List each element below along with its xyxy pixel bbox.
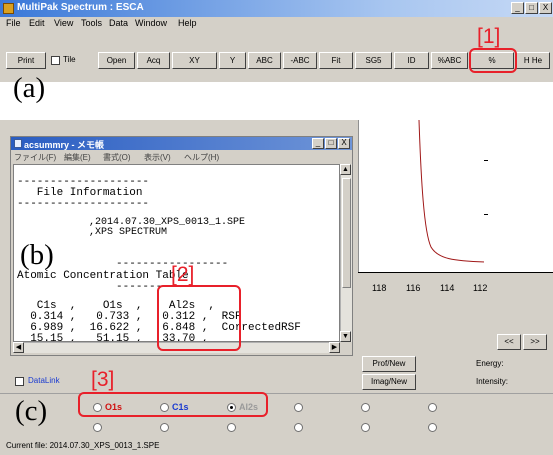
abc-button[interactable]: ABC [248, 52, 281, 69]
scroll-down-icon[interactable]: ▼ [340, 331, 351, 342]
imag-new-button[interactable]: Imag/New [362, 374, 416, 390]
region-label-c1s: C1s [172, 402, 189, 412]
maximize-icon[interactable]: □ [525, 2, 538, 14]
region-radio[interactable] [294, 423, 303, 432]
region-radio[interactable] [361, 403, 370, 412]
menu-data[interactable]: Data [109, 18, 128, 28]
spectrum-curve [418, 120, 485, 263]
x-tick-label: 118 [372, 283, 387, 293]
region-radio[interactable] [428, 403, 437, 412]
prof-new-button[interactable]: Prof/New [362, 356, 416, 372]
notepad-icon [14, 139, 22, 148]
x-tick-label: 112 [473, 283, 488, 293]
region-radio[interactable] [160, 423, 169, 432]
h-he-button[interactable]: H He [516, 52, 550, 69]
text-line: -------------------- [17, 198, 150, 210]
y-button[interactable]: Y [219, 52, 246, 69]
scroll-right-icon[interactable]: ▶ [329, 342, 340, 353]
region-label-al2s: Al2s [239, 402, 259, 412]
xy-button[interactable]: XY [172, 52, 217, 69]
tile-label: Tile [63, 55, 76, 64]
scroll-up-icon[interactable]: ▲ [340, 164, 351, 175]
notepad-minimize-icon[interactable]: _ [312, 138, 324, 149]
annotation-marker-2: [2] [171, 263, 195, 286]
region-radio[interactable] [428, 423, 437, 432]
neg-abc-button[interactable]: -ABC [283, 52, 317, 69]
y-tick [484, 214, 488, 215]
x-tick-label: 114 [440, 283, 455, 293]
menu-window[interactable]: Window [135, 18, 167, 28]
minimize-icon[interactable]: _ [511, 2, 524, 14]
notepad-maximize-icon[interactable]: □ [325, 138, 337, 149]
plot-margin [484, 120, 553, 273]
intensity-label: Intensity: [476, 377, 509, 386]
annotation-b: (b) [20, 239, 54, 271]
region-radio-o1s[interactable] [93, 403, 102, 412]
notepad-menu-edit[interactable]: 編集(E) [64, 152, 91, 163]
next-button[interactable]: >> [523, 334, 547, 350]
datalink-checkbox[interactable] [15, 377, 24, 386]
notepad-close-icon[interactable]: X [338, 138, 350, 149]
region-radio[interactable] [227, 423, 236, 432]
close-icon[interactable]: X [539, 2, 552, 14]
x-axis-line [358, 272, 553, 273]
app-icon [3, 3, 14, 14]
id-button[interactable]: ID [394, 52, 429, 69]
annotation-marker-1: [1] [477, 25, 501, 48]
datalink-label: DataLink [28, 376, 60, 385]
scroll-left-icon[interactable]: ◀ [13, 342, 24, 353]
y-tick [484, 160, 488, 161]
notepad-menu-help[interactable]: ヘルプ(H) [184, 152, 219, 163]
percent-abc-button[interactable]: %ABC [431, 52, 468, 69]
open-button[interactable]: Open [98, 52, 135, 69]
annotation-a: (a) [13, 72, 46, 104]
highlight-box-1 [469, 48, 517, 73]
region-radio[interactable] [294, 403, 303, 412]
notepad-menu-format[interactable]: 書式(O) [103, 152, 131, 163]
acq-button[interactable]: Acq [137, 52, 170, 69]
region-radio[interactable] [93, 423, 102, 432]
menu-view[interactable]: View [54, 18, 73, 28]
annotation-c: (c) [15, 395, 48, 427]
highlight-box-2 [157, 285, 241, 351]
menu-tools[interactable]: Tools [81, 18, 102, 28]
energy-label: Energy: [476, 359, 504, 368]
region-radio-c1s[interactable] [160, 403, 169, 412]
region-label-o1s: O1s [105, 402, 123, 412]
scroll-thumb[interactable] [342, 178, 351, 288]
current-file-status: Current file: 2014.07.30_XPS_0013_1.SPE [6, 441, 160, 450]
annotation-marker-3: [3] [91, 368, 115, 391]
notepad-title: acsummry - メモ帳 [24, 140, 105, 150]
x-tick-label: 116 [406, 283, 421, 293]
spectrum-plot [358, 120, 485, 273]
notepad-menu-view[interactable]: 表示(V) [144, 152, 171, 163]
window-title: MultiPak Spectrum : ESCA [17, 2, 144, 13]
notepad-menu-file[interactable]: ファイル(F) [14, 152, 56, 163]
menu-file[interactable]: File [6, 18, 21, 28]
fit-button[interactable]: Fit [319, 52, 353, 69]
sg5-button[interactable]: SG5 [355, 52, 392, 69]
region-radio[interactable] [361, 423, 370, 432]
menu-edit[interactable]: Edit [29, 18, 45, 28]
text-line: ,XPS SPECTRUM [17, 227, 168, 238]
print-button[interactable]: Print [6, 52, 46, 69]
previous-button[interactable]: << [497, 334, 521, 350]
menu-help[interactable]: Help [178, 18, 197, 28]
region-radio-al2s[interactable] [227, 403, 236, 412]
tile-checkbox[interactable] [51, 56, 60, 65]
